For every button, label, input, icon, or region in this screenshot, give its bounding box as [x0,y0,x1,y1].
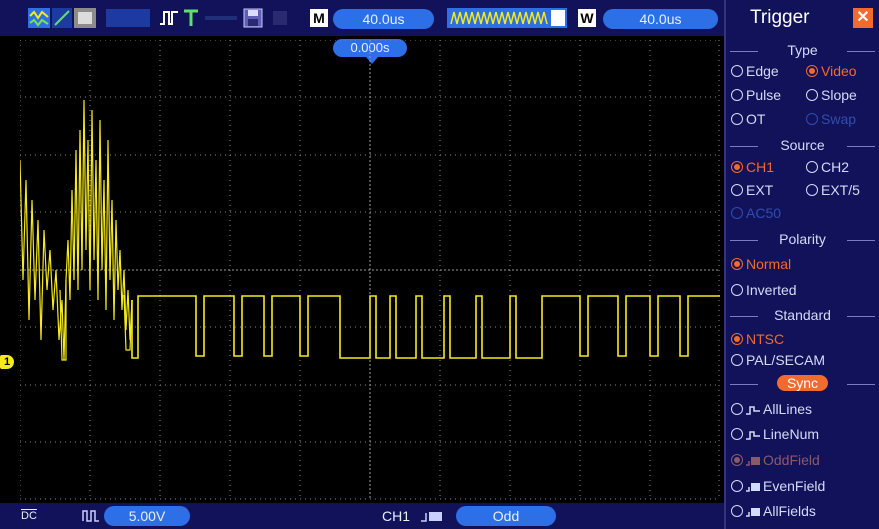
type-pulse-option[interactable]: Pulse [731,87,781,103]
wave-display-icon[interactable] [28,8,50,28]
cursor-line-icon[interactable] [52,8,72,28]
center-axes [20,40,720,500]
bottom-status-bar: DC 5.00V CH1 Odd [0,503,724,529]
channel1-marker[interactable]: 1 [0,355,14,369]
source-ext5-option[interactable]: EXT/5 [806,182,860,198]
radio-icon [731,354,743,366]
trigger-status-icon [184,9,198,26]
bandwidth-icon [82,510,99,522]
radio-selected-icon [731,258,743,270]
field-sync-icon [746,457,760,466]
radio-icon [731,505,743,517]
top-toolbar: M 40.0us W 40.0us [0,0,724,36]
radio-selected-icon [806,65,818,77]
radio-icon [731,113,743,125]
coupling-label[interactable]: DC [21,510,37,522]
save-icon[interactable] [243,8,263,28]
video-trigger-icon [421,512,442,522]
waveform-overview-icon [447,8,567,28]
trigger-panel: Trigger ✕ Type Edge Video Pulse Slope OT… [724,0,879,529]
trigger-field-value[interactable]: Odd [456,506,556,526]
line-sync-icon [746,406,760,415]
polarity-inverted-option[interactable]: Inverted [731,282,797,298]
type-ot-option[interactable]: OT [731,111,765,127]
radio-icon [731,428,743,440]
source-heading: Source [730,137,875,155]
radio-icon [731,89,743,101]
radio-icon [731,480,743,492]
sync-all-lines-option[interactable]: AllLines [731,401,812,417]
close-icon[interactable]: ✕ [853,8,873,28]
source-ch1-option[interactable]: CH1 [731,159,774,175]
source-ext-option[interactable]: EXT [731,182,773,198]
radio-selected-icon [731,333,743,345]
radio-icon [731,207,743,219]
standard-heading: Standard [730,307,875,325]
field-sync-icon [746,508,760,517]
radio-icon [806,184,818,196]
radio-icon [731,184,743,196]
radio-icon [806,113,818,125]
standard-pal-option[interactable]: PAL/SECAM [731,352,825,368]
source-acline-option[interactable]: AC50 [731,205,781,221]
persist-icon[interactable] [74,8,96,28]
window-badge: W [578,9,596,27]
sync-odd-field-option[interactable]: OddField [731,452,820,468]
radio-selected-icon [731,161,743,173]
radio-icon [731,65,743,77]
sync-all-fields-option[interactable]: AllFields [731,503,816,519]
standard-ntsc-option[interactable]: NTSC [731,331,784,347]
type-heading: Type [730,42,875,60]
waveform-display[interactable] [20,40,720,500]
main-timebase-badge: M [310,9,328,27]
timebase-value[interactable]: 40.0us [333,9,434,29]
line-sync-icon [746,431,760,440]
field-sync-icon [746,483,760,492]
polarity-normal-option[interactable]: Normal [731,256,791,272]
radio-selected-icon [731,454,743,466]
radio-icon [806,89,818,101]
source-ch2-option[interactable]: CH2 [806,159,849,175]
trigger-source-label: CH1 [382,508,411,524]
window-value[interactable]: 40.0us [603,9,718,29]
type-video-option[interactable]: Video [806,63,857,79]
usb-icon [273,11,287,25]
type-slope-option[interactable]: Slope [806,87,857,103]
video-noise-burst [20,99,133,361]
radio-icon [731,284,743,296]
blank-indicator [106,9,150,27]
radio-icon [806,161,818,173]
polarity-heading: Polarity [730,231,875,249]
radio-icon [731,403,743,415]
sync-even-field-option[interactable]: EvenField [731,478,825,494]
trigger-pulse-icon[interactable] [158,8,180,28]
level-bar [205,16,237,20]
type-swap-option[interactable]: Swap [806,111,856,127]
sync-heading: Sync [730,375,875,393]
volts-per-div[interactable]: 5.00V [104,506,190,526]
type-edge-option[interactable]: Edge [731,63,779,79]
sync-line-num-option[interactable]: LineNum [731,426,819,442]
